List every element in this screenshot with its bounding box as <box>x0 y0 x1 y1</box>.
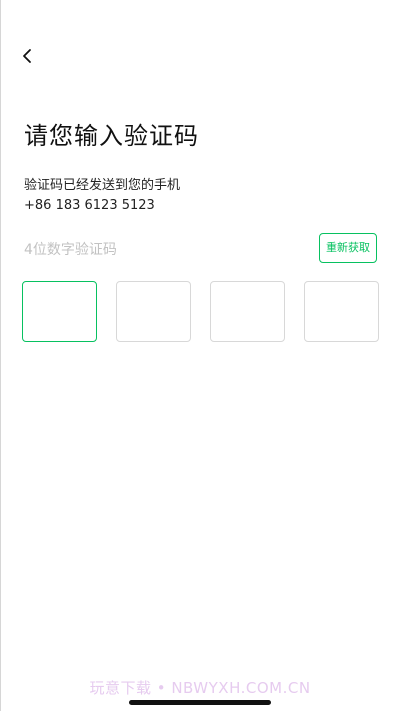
code-hint: 4位数字验证码 <box>24 242 117 258</box>
screen-edge <box>0 0 1 711</box>
code-digit-box-3[interactable] <box>210 281 285 342</box>
sent-notice-text: 验证码已经发送到您的手机 <box>24 178 181 193</box>
resend-button[interactable]: 重新获取 <box>319 233 377 263</box>
sent-notice: 验证码已经发送到您的手机 +86 183 6123 5123 <box>24 176 180 216</box>
back-button[interactable] <box>16 44 40 68</box>
page-title: 请您输入验证码 <box>24 122 199 150</box>
verification-code-input[interactable] <box>22 281 379 342</box>
chevron-left-icon <box>23 49 31 63</box>
code-digit-box-4[interactable] <box>304 281 379 342</box>
code-digit-box-2[interactable] <box>116 281 191 342</box>
home-indicator[interactable] <box>129 700 271 705</box>
watermark: 玩意下载 • NBWYXH.COM.CN <box>89 679 311 697</box>
code-digit-box-1[interactable] <box>22 281 97 342</box>
phone-number: +86 183 6123 5123 <box>24 198 155 213</box>
